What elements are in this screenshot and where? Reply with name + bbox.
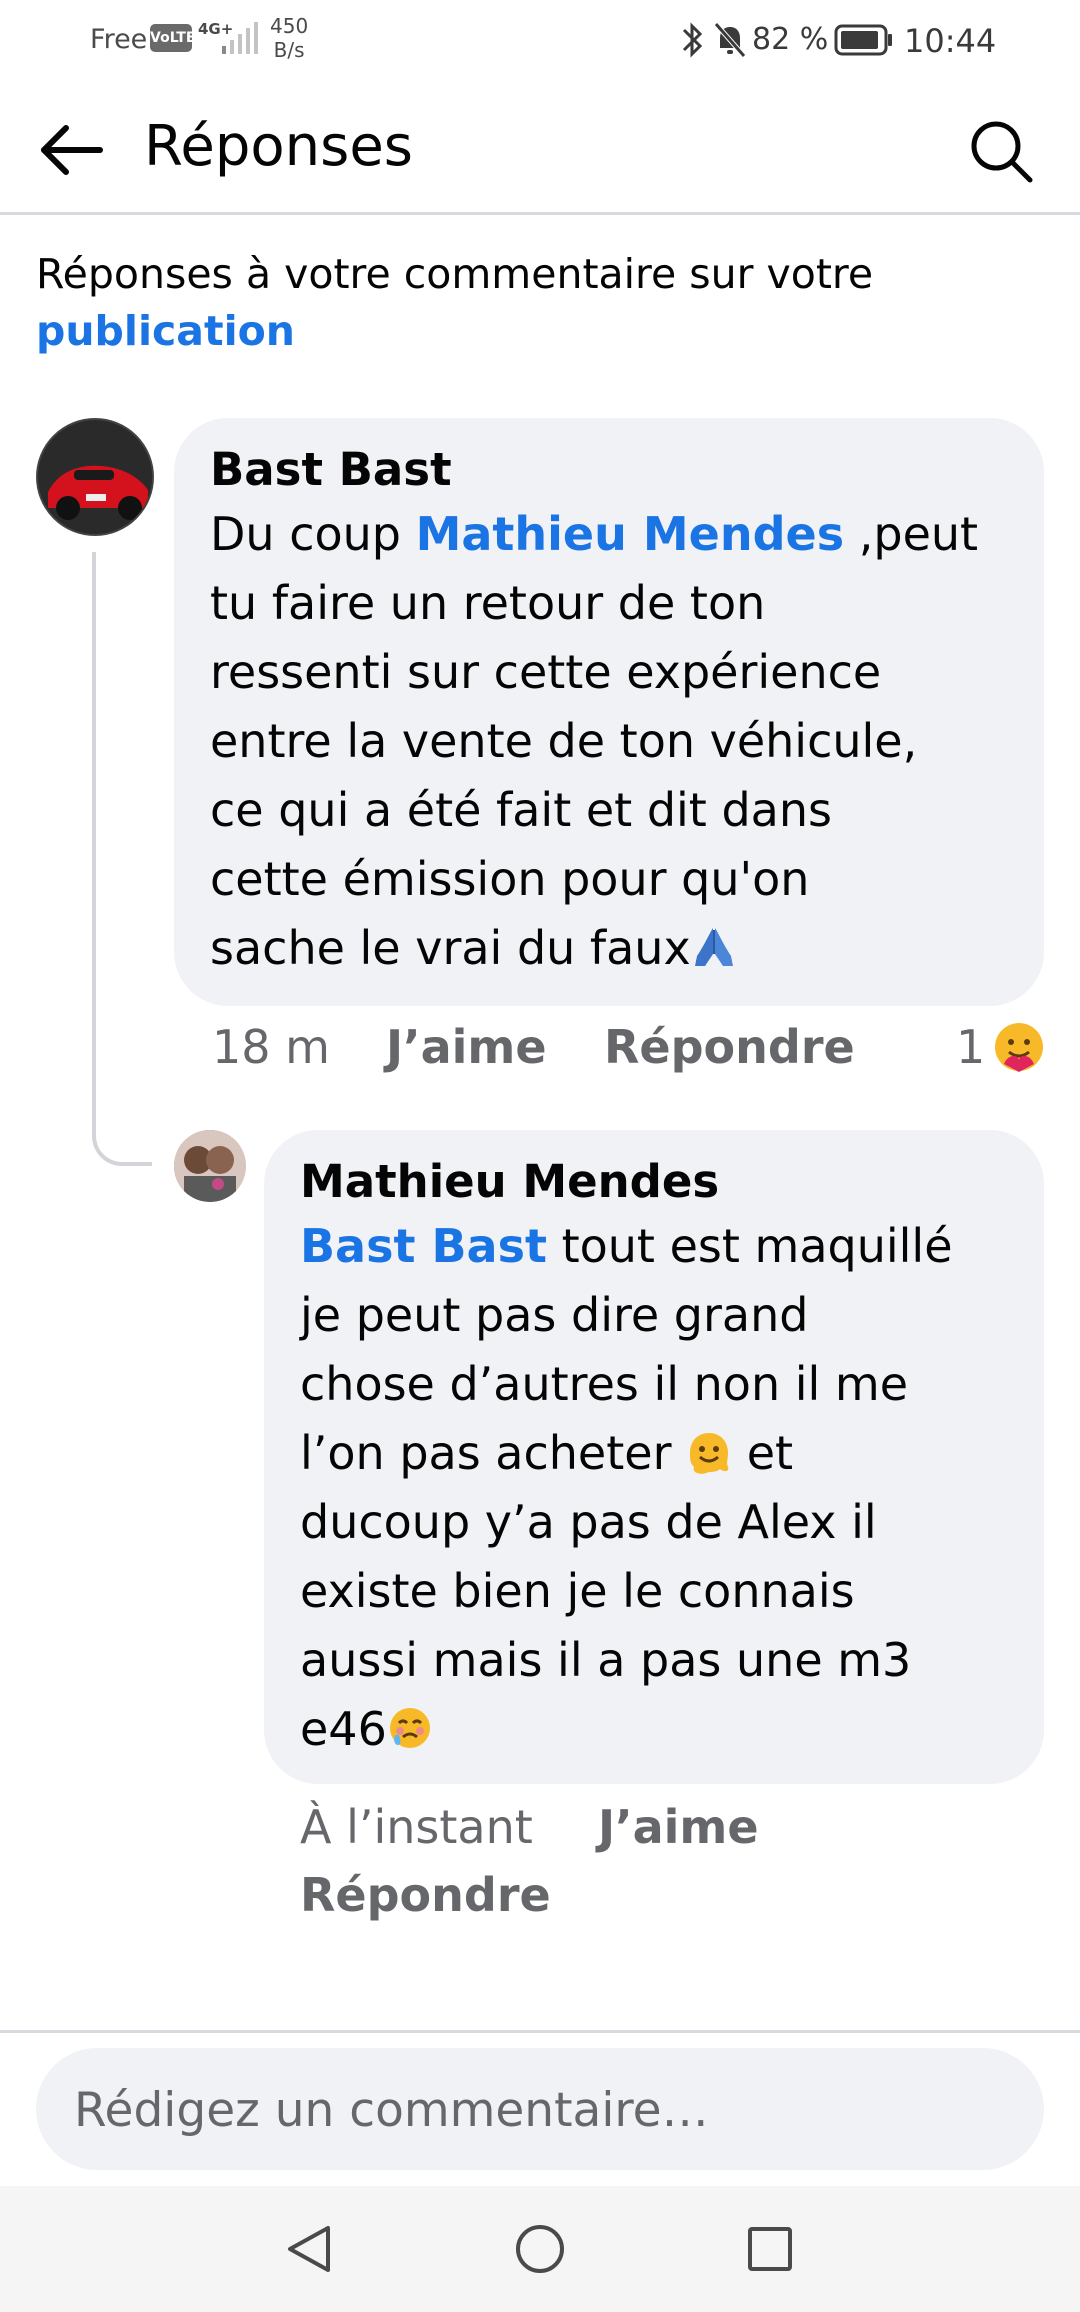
reply-text-line: ducoup y’a pas de Alex il <box>300 1495 877 1549</box>
search-icon[interactable] <box>966 116 1036 186</box>
speed-value: 450 <box>270 14 309 38</box>
like-button[interactable]: J’aime <box>598 1800 759 1854</box>
mention-link[interactable]: Bast Bast <box>300 1219 547 1273</box>
battery-icon <box>834 24 892 56</box>
reply-text: Bast Bast tout est maquillé je peut pas … <box>300 1212 1008 1764</box>
network-speed: 450 B/s <box>270 14 308 62</box>
speed-unit: B/s <box>273 38 305 62</box>
composer-divider <box>0 2030 1080 2033</box>
car-photo <box>38 420 152 534</box>
reply-text-line: e46 <box>300 1702 387 1756</box>
bell-muted-icon <box>714 22 746 58</box>
reply-text-line: tout est maquillé <box>546 1219 953 1273</box>
reply-author[interactable]: Mathieu Mendes <box>300 1152 1008 1212</box>
avatar-bast-bast[interactable] <box>36 418 154 536</box>
reply-text-line: l’on pas acheter <box>300 1426 672 1480</box>
comment-text-line: ce qui a été fait et dit dans <box>210 783 832 837</box>
clock: 10:44 <box>904 22 997 60</box>
reply-timestamp: À l’instant <box>300 1800 533 1854</box>
comment-text: Du coup Mathieu Mendes ,peut tu faire un… <box>210 500 1008 983</box>
avatar-mathieu-mendes[interactable] <box>174 1130 246 1202</box>
nav-home-icon[interactable] <box>480 2186 600 2312</box>
system-nav-bar <box>0 2186 1080 2312</box>
volte-badge: VoLTE <box>150 24 195 52</box>
comment-actions: 18 m <box>212 1020 330 1074</box>
face-holding-back-tears-emoji <box>389 1708 430 1748</box>
comment-text-line: cette émission pour qu'on <box>210 852 810 906</box>
nav-back-icon[interactable] <box>248 2186 368 2312</box>
reply-text-line: chose d’autres il non il me <box>300 1357 909 1411</box>
thread-connector <box>92 552 152 1166</box>
comment-composer <box>36 2048 1044 2172</box>
bluetooth-icon <box>682 22 703 58</box>
page-title: Réponses <box>144 114 413 179</box>
reply-button[interactable]: Répondre <box>300 1868 551 1922</box>
comment-text-line: sache le vrai du faux <box>210 921 691 975</box>
care-emoji-icon[interactable] <box>992 1020 1046 1074</box>
comment-bubble[interactable]: Bast Bast Du coup Mathieu Mendes ,peut t… <box>174 418 1044 1006</box>
profile-photo <box>174 1130 246 1202</box>
replies-context-text: Réponses à votre commentaire sur votre <box>36 250 874 298</box>
reply-text-line: existe bien je le connais <box>300 1564 855 1618</box>
melting-face-emoji <box>690 1433 729 1474</box>
signal-icon <box>222 22 258 54</box>
comment-text-line: tu faire un retour de ton <box>210 576 766 630</box>
comment-input[interactable] <box>72 2048 1016 2172</box>
mention-link[interactable]: Mathieu Mendes <box>416 507 845 561</box>
replies-context: Réponses à votre commentaire sur votre p… <box>36 246 1036 360</box>
battery-percent: 82 % <box>752 22 829 57</box>
comment-text-line: ressenti sur cette expérience <box>210 645 882 699</box>
nav-recents-icon[interactable] <box>710 2186 830 2312</box>
header: Réponses <box>0 90 1080 215</box>
comment-text-prefix: Du coup <box>210 507 416 561</box>
reply-text-line: aussi mais il a pas une m3 <box>300 1633 912 1687</box>
reply-bubble[interactable]: Mathieu Mendes Bast Bast tout est maquil… <box>264 1130 1044 1784</box>
reply-text-line: je peut pas dire grand <box>300 1288 809 1342</box>
comment-timestamp: 18 m <box>212 1020 330 1074</box>
comment-author[interactable]: Bast Bast <box>210 440 1008 500</box>
comment-text-line: entre la vente de ton véhicule, <box>210 714 918 768</box>
status-bar: Free VoLTE 4G+ 450 B/s 82 % 10:44 <box>0 0 1080 80</box>
carrier-name: Free <box>90 24 148 55</box>
back-arrow-icon[interactable] <box>36 120 108 180</box>
publication-link[interactable]: publication <box>36 303 1036 360</box>
reply-text-line: et <box>746 1426 794 1480</box>
like-button[interactable]: J’aime <box>386 1020 547 1074</box>
comment-text-line: ,peut <box>844 507 979 561</box>
reaction-count[interactable]: 1 <box>956 1020 985 1074</box>
reply-button[interactable]: Répondre <box>604 1020 855 1074</box>
folded-hands-emoji <box>694 928 733 966</box>
